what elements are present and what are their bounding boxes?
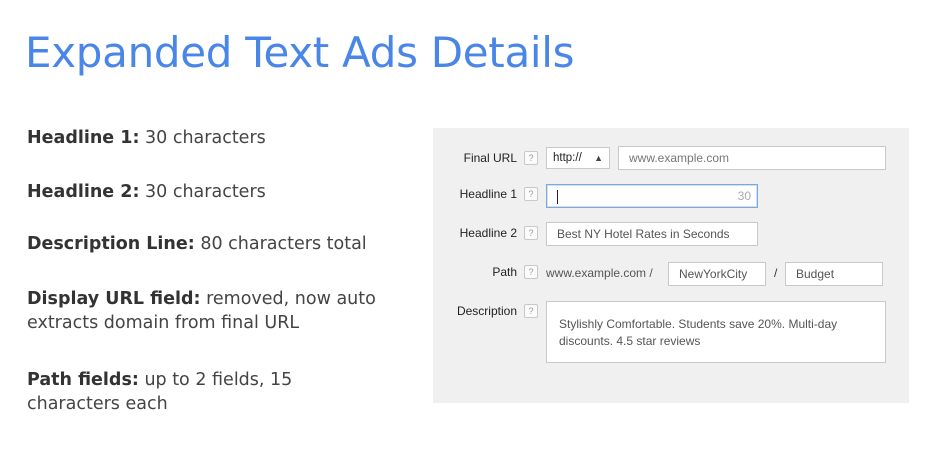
path2-input[interactable]: Budget — [785, 262, 883, 286]
spec-label: Description Line: — [27, 234, 195, 254]
headline2-input[interactable]: Best NY Hotel Rates in Seconds — [546, 222, 758, 246]
path-help-icon[interactable]: ? — [524, 265, 538, 279]
final-url-help-icon[interactable]: ? — [524, 151, 538, 165]
select-arrows-icon: ▲︎ — [594, 153, 603, 163]
spec-label: Path fields: — [27, 370, 139, 390]
page-title: Expanded Text Ads Details — [25, 28, 575, 77]
protocol-value: http:// — [553, 152, 582, 164]
spec-headline2: Headline 2: 30 characters — [27, 180, 407, 204]
spec-headline1: Headline 1: 30 characters — [27, 126, 407, 150]
spec-label: Headline 2: — [27, 182, 140, 202]
path-domain: www.example.com / — [546, 266, 653, 280]
text-cursor — [557, 189, 558, 204]
headline2-help-icon[interactable]: ? — [524, 226, 538, 240]
spec-text: 30 characters — [139, 182, 266, 202]
final-url-input[interactable]: www.example.com — [618, 146, 886, 170]
spec-description: Description Line: 80 characters total — [27, 232, 407, 256]
spec-label: Display URL field: — [27, 289, 201, 309]
path-separator: / — [774, 266, 778, 280]
description-label: Description — [456, 304, 517, 318]
spec-path: Path fields: up to 2 fields, 15 characte… — [27, 368, 317, 416]
headline1-char-counter: 30 — [737, 189, 751, 203]
description-textarea[interactable]: Stylishly Comfortable. Students save 20%… — [546, 301, 886, 363]
path1-input[interactable]: NewYorkCity — [668, 262, 766, 286]
description-help-icon[interactable]: ? — [524, 304, 538, 318]
headline1-input[interactable]: 30 — [546, 184, 758, 208]
spec-label: Headline 1: — [27, 128, 140, 148]
spec-text: 30 characters — [139, 128, 266, 148]
path-label: Path — [492, 265, 517, 279]
spec-display-url: Display URL field: removed, now auto ext… — [27, 287, 387, 335]
final-url-label: Final URL — [463, 151, 517, 165]
ad-editor-panel: Final URL ? http:// ▲︎ www.example.com H… — [433, 128, 909, 403]
headline2-label: Headline 2 — [459, 226, 517, 240]
protocol-select[interactable]: http:// ▲︎ — [546, 147, 610, 169]
headline1-label: Headline 1 — [459, 187, 517, 201]
spec-text: 80 characters total — [194, 234, 367, 254]
headline1-help-icon[interactable]: ? — [524, 187, 538, 201]
